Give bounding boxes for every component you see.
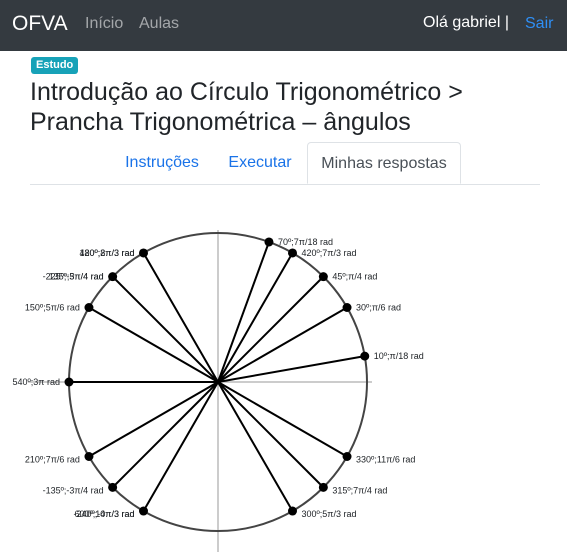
angle-label: 30º;π/6 rad: [356, 303, 401, 313]
angle-point[interactable]: [318, 482, 328, 492]
top-navbar: OFVA Início Aulas Olá gabriel | Sair: [0, 0, 567, 51]
angle-point[interactable]: [108, 272, 118, 282]
tab-executar[interactable]: Executar: [222, 142, 298, 184]
logout-link[interactable]: Sair: [525, 15, 553, 33]
angle-point[interactable]: [264, 237, 274, 247]
angle-label: 135º;3π/4 rad: [49, 272, 104, 282]
brand-logo[interactable]: OFVA: [12, 12, 68, 36]
user-greeting: Olá gabriel |: [423, 14, 509, 31]
angle-label: -240º;-4π/3 rad: [73, 509, 134, 519]
nav-link-aulas[interactable]: Aulas: [139, 15, 179, 33]
angle-points: [64, 237, 370, 516]
angle-point[interactable]: [84, 303, 94, 312]
angle-rays: [69, 241, 365, 512]
tab-minhas-respostas[interactable]: Minhas respostas: [307, 142, 461, 184]
angle-point[interactable]: [360, 351, 370, 361]
tab-instrucoes[interactable]: Instruções: [112, 142, 212, 184]
angle-point[interactable]: [84, 452, 94, 461]
angle-label: 70º;7π/18 rad: [278, 237, 333, 247]
angle-label: 420º;7π/3 rad: [302, 248, 357, 258]
angle-label: -135º;-3π/4 rad: [43, 485, 104, 495]
angle-label: 315º;7π/4 rad: [332, 485, 387, 495]
angle-label: 150º;5π/6 rad: [25, 303, 80, 313]
angle-label: 210º;7π/6 rad: [25, 455, 80, 465]
angle-point[interactable]: [139, 248, 148, 258]
angle-label: 300º;5π/3 rad: [302, 509, 357, 519]
angle-point[interactable]: [342, 303, 352, 312]
angle-point[interactable]: [64, 377, 74, 387]
angle-label: 45º;π/4 rad: [332, 272, 377, 282]
angle-point[interactable]: [288, 248, 297, 258]
tab-bar: Instruções Executar Minhas respostas: [30, 142, 540, 185]
angle-point[interactable]: [139, 506, 148, 516]
angle-point[interactable]: [288, 506, 297, 516]
angle-point[interactable]: [318, 272, 328, 282]
angle-label: 540º;3π rad: [12, 377, 60, 387]
angle-label: 120º;2π/3 rad: [79, 248, 134, 258]
nav-link-inicio[interactable]: Início: [85, 15, 123, 33]
trig-circle-figure: 70º;7π/18 rad420º;7π/3 rad 45º;π/4 rad 30º…: [12, 230, 424, 552]
angle-ray: [217, 241, 270, 383]
angle-point[interactable]: [342, 452, 352, 461]
angle-label: 330º;11π/6 rad: [356, 455, 415, 465]
angle-point[interactable]: [108, 482, 118, 492]
page-title: Introdução ao Círculo Trigonométrico > P…: [30, 78, 463, 136]
status-badge: Estudo: [31, 57, 79, 74]
angle-label: 10º;π/18 rad: [374, 351, 424, 361]
